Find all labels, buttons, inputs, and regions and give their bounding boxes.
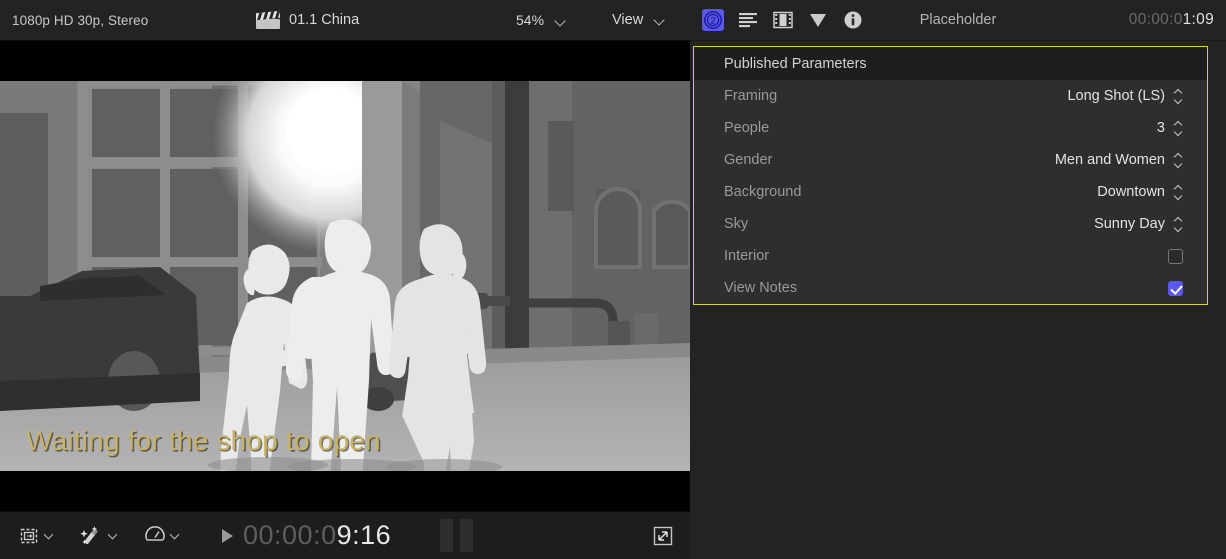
- transform-crop-icon: [18, 525, 40, 547]
- speedometer-icon: [144, 525, 166, 547]
- info-icon: [843, 10, 863, 30]
- published-parameters-header: Published Parameters: [694, 47, 1207, 80]
- stepper-arrows-icon[interactable]: [1174, 89, 1183, 104]
- tab-published-parameters[interactable]: 2: [702, 9, 724, 31]
- parameter-value: Downtown: [1097, 184, 1165, 200]
- play-triangle-icon: [222, 529, 233, 543]
- parameter-label: People: [724, 120, 769, 136]
- tab-text-inspector[interactable]: [737, 9, 759, 31]
- checkbox-checked[interactable]: [1168, 281, 1183, 296]
- parameter-label: Gender: [724, 152, 772, 168]
- audio-meter-bars: [440, 519, 473, 552]
- viewer-timecode: 00:00:09:16: [243, 520, 391, 551]
- zoom-level-menu[interactable]: 54%: [516, 12, 565, 28]
- parameter-row: People 3: [694, 112, 1207, 144]
- svg-text:2: 2: [710, 16, 715, 26]
- chevron-down-icon: [655, 16, 664, 25]
- parameter-label: Background: [724, 184, 801, 200]
- parameter-value: Sunny Day: [1094, 216, 1165, 232]
- clip-name-group[interactable]: 01.1 China: [256, 12, 359, 29]
- timecode-bright-part: 9:16: [337, 520, 392, 550]
- parameter-value-group[interactable]: Downtown: [1097, 184, 1183, 200]
- scene-illustration: [0, 81, 690, 471]
- parameter-value: Long Shot (LS): [1067, 88, 1165, 104]
- filter-triangle-icon: [808, 11, 828, 29]
- stepper-arrows-icon[interactable]: [1174, 217, 1183, 232]
- published-parameters-icon: 2: [703, 10, 723, 30]
- parameter-value-group[interactable]: 3: [1157, 120, 1183, 136]
- checkbox-unchecked[interactable]: [1168, 249, 1183, 264]
- stepper-arrows-icon[interactable]: [1174, 121, 1183, 136]
- stepper-arrows-icon[interactable]: [1174, 185, 1183, 200]
- video-frame[interactable]: Waiting for the shop to open: [0, 81, 690, 471]
- clapperboard-icon: [256, 12, 280, 29]
- parameter-value-group[interactable]: Sunny Day: [1094, 216, 1183, 232]
- parameter-label: View Notes: [724, 280, 797, 296]
- timecode-bright-part: 1:09: [1183, 11, 1214, 28]
- text-lines-icon: [738, 12, 758, 29]
- stepper-arrows-icon[interactable]: [1174, 153, 1183, 168]
- parameter-value: 3: [1157, 120, 1165, 136]
- enhance-tool-menu[interactable]: [80, 525, 118, 547]
- viewer-stage: Waiting for the shop to open: [0, 41, 690, 511]
- view-menu[interactable]: View: [612, 12, 664, 28]
- inspector-timecode: 00:00:01:09: [1129, 11, 1214, 29]
- clip-name-label: 01.1 China: [289, 12, 359, 28]
- clip-format-label: 1080p HD 30p, Stereo: [12, 13, 148, 28]
- parameter-label: Framing: [724, 88, 777, 104]
- published-parameters-panel: Published Parameters Framing Long Shot (L…: [693, 46, 1208, 305]
- parameter-row: Background Downtown: [694, 176, 1207, 208]
- parameter-label: Sky: [724, 216, 748, 232]
- tab-audio-inspector[interactable]: [807, 9, 829, 31]
- parameter-value-group[interactable]: [1168, 249, 1183, 264]
- viewer-bottom-bar: 00:00:09:16: [0, 511, 690, 559]
- parameter-row: Interior: [694, 240, 1207, 272]
- parameter-rows: Framing Long Shot (LS) People 3 Gender Men an…: [694, 80, 1207, 304]
- tab-info-inspector[interactable]: [842, 9, 864, 31]
- final-cut-pro-window: 1080p HD 30p, Stereo 01.1 China 54% View: [0, 0, 1226, 559]
- chevron-down-icon: [556, 17, 565, 26]
- zoom-level-label: 54%: [516, 12, 544, 28]
- viewer-pane: 1080p HD 30p, Stereo 01.1 China 54% View: [0, 0, 690, 559]
- parameter-value-group[interactable]: Long Shot (LS): [1067, 88, 1183, 104]
- inspector-pane: 2: [690, 0, 1226, 559]
- retime-tool-menu[interactable]: [144, 525, 180, 547]
- timecode-dim-part: 00:00:0: [1129, 11, 1183, 28]
- parameter-label: Interior: [724, 248, 769, 264]
- parameter-value-group[interactable]: [1168, 281, 1183, 296]
- inspector-tab-list: 2: [702, 9, 864, 31]
- timecode-dim-part: 00:00:0: [243, 520, 337, 550]
- subtitle-text: Waiting for the shop to open: [26, 425, 381, 457]
- chevron-down-icon: [44, 531, 54, 541]
- filmstrip-icon: [773, 11, 793, 29]
- parameter-row: Framing Long Shot (LS): [694, 80, 1207, 112]
- tab-video-inspector[interactable]: [772, 9, 794, 31]
- playhead-timecode-group[interactable]: 00:00:09:16: [222, 520, 391, 551]
- parameter-value-group[interactable]: Men and Women: [1055, 152, 1183, 168]
- parameter-row: View Notes: [694, 272, 1207, 304]
- parameter-row: Sky Sunny Day: [694, 208, 1207, 240]
- viewer-top-bar: 1080p HD 30p, Stereo 01.1 China 54% View: [0, 0, 690, 41]
- parameter-value: Men and Women: [1055, 152, 1165, 168]
- parameter-row: Gender Men and Women: [694, 144, 1207, 176]
- chevron-down-icon: [170, 531, 180, 541]
- chevron-down-icon: [108, 531, 118, 541]
- expand-arrows-icon[interactable]: [652, 525, 674, 547]
- inspector-top-bar: 2: [690, 0, 1226, 41]
- view-menu-label: View: [612, 12, 643, 28]
- magic-wand-icon: [80, 525, 104, 547]
- transform-tool-menu[interactable]: [18, 525, 54, 547]
